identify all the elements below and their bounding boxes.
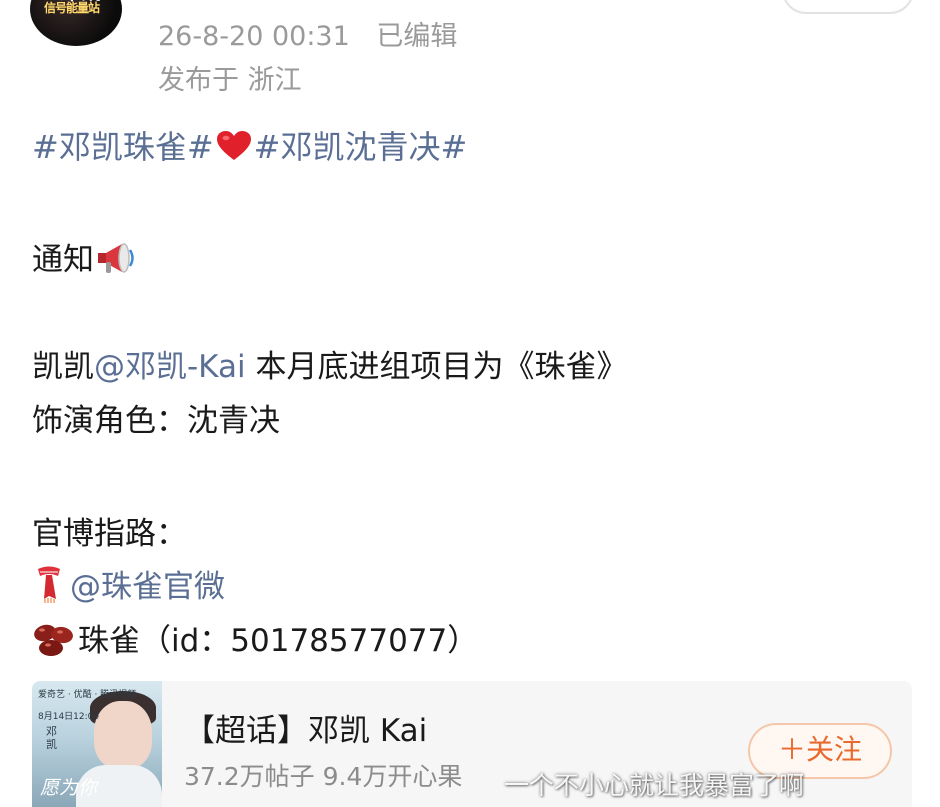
post-timestamp: 26-8-20 00:31	[158, 21, 350, 52]
hashtag-link[interactable]: #邓凯沈青决#	[254, 128, 468, 166]
mention-link[interactable]: @珠雀官微	[70, 569, 225, 605]
edited-label: 已编辑	[376, 21, 458, 52]
thumb-platforms: 爱奇艺 · 优酷 · 腾讯视频	[38, 690, 137, 700]
notice-line: 通知	[32, 234, 140, 279]
thumb-caption: 愿为你	[40, 777, 98, 799]
avatar[interactable]: 邓凯 信号能量站	[30, 0, 122, 46]
heart-icon	[216, 131, 251, 160]
body-line-4: @珠雀官微	[32, 561, 225, 606]
mention-link[interactable]: @邓凯-Kai	[94, 349, 246, 385]
body-text: 本月底进组项目为《珠雀》	[245, 349, 628, 385]
body-line-5: 珠雀（id：50178577077）	[32, 615, 478, 660]
beans-icon	[34, 624, 73, 656]
avatar-subtext: 信号能量站	[44, 1, 100, 15]
body-line-1: 凯凯@邓凯-Kai 本月底进组项目为《珠雀》	[32, 341, 627, 386]
notice-text: 通知	[32, 242, 94, 278]
hashtag-line: #邓凯珠雀# #邓凯沈青决#	[32, 122, 467, 168]
follow-top-button[interactable]	[782, 0, 914, 14]
body-line-3: 官博指路：	[32, 516, 187, 552]
card-stats: 37.2万帖子 9.4万开心果	[184, 762, 463, 791]
body-line-2: 饰演角色：沈青决	[32, 403, 280, 439]
thumb-date: 8月14日12:00	[38, 712, 100, 722]
thumb-name: 邓凯	[46, 725, 57, 751]
card-thumbnail: 爱奇艺 · 优酷 · 腾讯视频 8月14日12:00 邓凯 愿为你	[32, 681, 162, 807]
post-meta: 26-8-20 00:31 已编辑	[158, 14, 457, 53]
card-title: 【超话】邓凯 Kai	[184, 713, 428, 749]
body-text: 珠雀（id：50178577077）	[78, 623, 479, 659]
body-text: 凯凯	[32, 349, 94, 385]
watermark-text: 一个不小心就让我暴富了啊	[504, 771, 805, 800]
hashtag-link[interactable]: #邓凯珠雀#	[32, 128, 214, 166]
scarf-icon	[38, 566, 60, 603]
megaphone-icon	[98, 243, 134, 273]
post-location: 发布于 浙江	[158, 65, 302, 96]
